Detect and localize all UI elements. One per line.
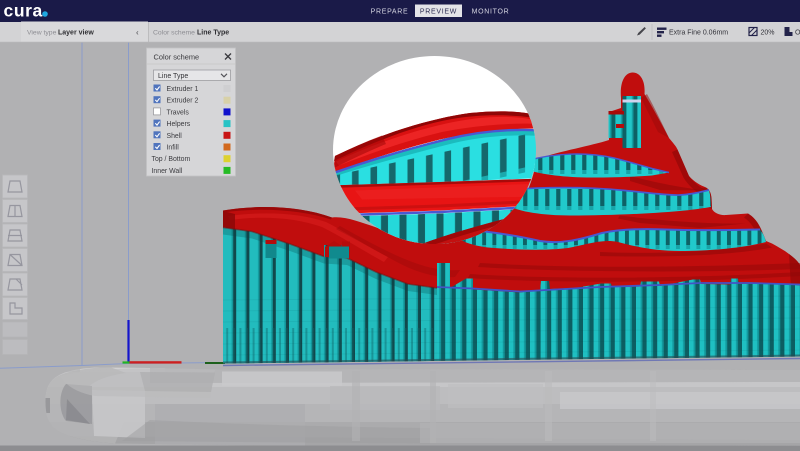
svg-text:20%: 20% [761,30,775,37]
svg-text:Color scheme: Color scheme [154,53,200,62]
svg-text:Helpers: Helpers [167,121,191,128]
svg-text:Line Type: Line Type [158,73,188,80]
svg-text:Extruder 2: Extruder 2 [167,98,199,105]
svg-text:Top / Bottom: Top / Bottom [152,156,191,163]
svg-text:Layer view: Layer view [58,30,94,37]
svg-text:Line Type: Line Type [197,30,229,37]
svg-text:PREVIEW: PREVIEW [420,9,457,16]
svg-text:‹: ‹ [136,28,139,37]
svg-text:cura: cura [4,1,43,21]
svg-text:MONITOR: MONITOR [472,9,510,16]
svg-text:PREPARE: PREPARE [371,9,409,16]
svg-text:O: O [795,30,800,37]
svg-text:Color scheme: Color scheme [153,30,195,37]
svg-text:Extra Fine 0.06mm: Extra Fine 0.06mm [669,30,728,37]
svg-text:View type: View type [27,30,57,37]
svg-text:Inner Wall: Inner Wall [152,168,183,175]
svg-text:Travels: Travels [167,109,190,116]
svg-text:Infill: Infill [167,145,180,152]
svg-text:Shell: Shell [167,133,183,140]
svg-text:Extruder 1: Extruder 1 [167,86,199,93]
